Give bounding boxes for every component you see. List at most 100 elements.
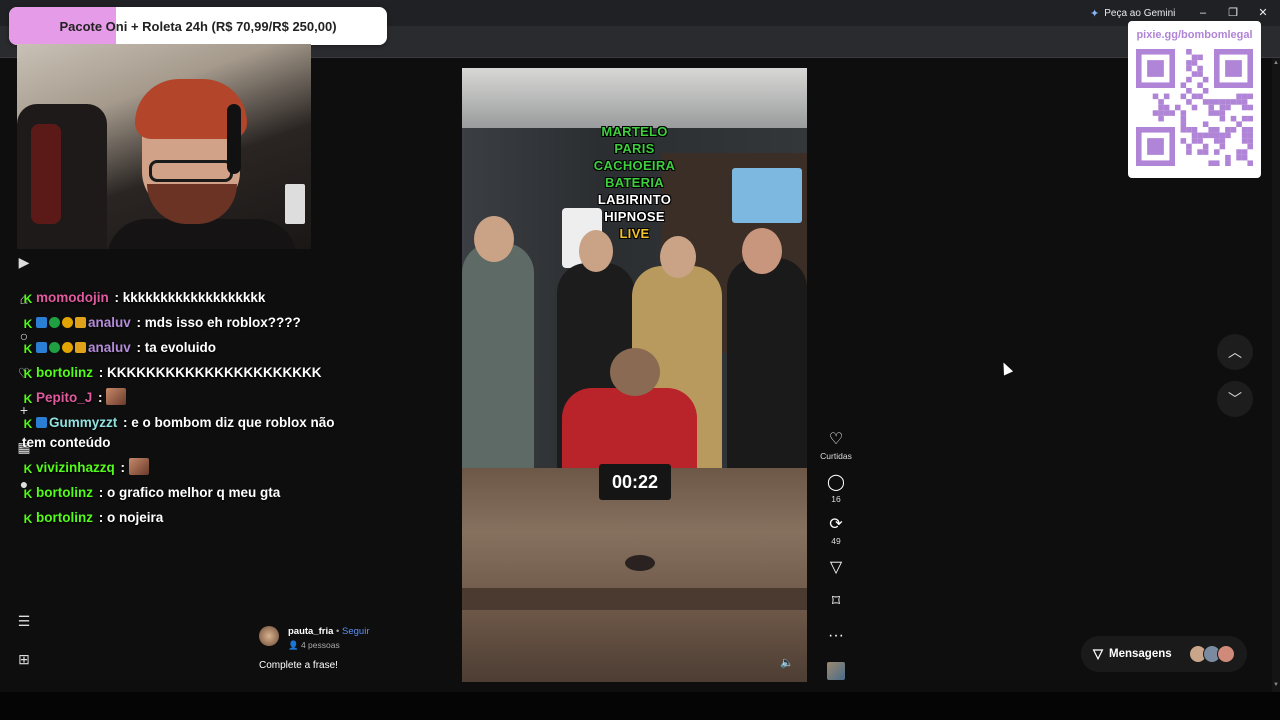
chat-username[interactable]: bortolinz [36, 510, 93, 525]
overlay-word: HIPNOSE [604, 209, 665, 224]
post-caption: Complete a frase! [259, 660, 338, 671]
next-video-button[interactable]: ﹀ [1217, 381, 1253, 417]
green-badge-icon [49, 317, 60, 328]
chat-message: Kbortolinz : o nojeira [16, 506, 336, 531]
chat-username[interactable]: Gummyzzt [49, 415, 117, 430]
overlay-word: MARTELO [601, 124, 668, 139]
gemini-icon: ✦ [1090, 7, 1100, 20]
minimize-button[interactable]: – [1193, 4, 1213, 22]
chat-username[interactable]: analuv [88, 315, 131, 330]
taskbar-strip [0, 692, 1280, 720]
avatar [1217, 645, 1235, 663]
messages-avatars [1189, 645, 1243, 663]
audio-thumbnail[interactable] [827, 662, 845, 680]
blue-badge-icon [36, 342, 47, 353]
more-options-button[interactable]: ··· [816, 626, 856, 646]
kick-badge-icon: K [23, 392, 33, 406]
chat-username[interactable]: Pepito_J [36, 390, 92, 405]
kick-badge-icon: K [23, 317, 33, 331]
kick-badge-icon: K [23, 417, 33, 431]
chat-username[interactable]: momodojin [36, 290, 109, 305]
chat-text: : kkkkkkkkkkkkkkkkkkk [110, 290, 266, 305]
share-button[interactable]: ▽ [816, 558, 856, 578]
overlay-word: LABIRINTO [597, 192, 672, 207]
bookmark-icon: ⌑ [831, 593, 841, 610]
kick-badge-icon: K [23, 487, 33, 501]
chat-emote [106, 388, 127, 405]
author-name[interactable]: pauta_fria [288, 626, 333, 637]
qr-code-image [1136, 49, 1253, 166]
donation-goal-text: Pacote Oni + Roleta 24h (R$ 70,99/R$ 250… [59, 18, 337, 34]
chevron-down-icon: ﹀ [1228, 391, 1242, 407]
chat-username[interactable]: analuv [88, 340, 131, 355]
repost-button[interactable]: ⟳ 49 [816, 515, 856, 546]
kick-badge-icon: K [23, 292, 33, 306]
like-label: Curtidas [820, 451, 852, 461]
chat-message: Kbortolinz : o grafico melhor q meu gta [16, 481, 336, 506]
follow-button[interactable]: Seguir [342, 626, 369, 637]
kick-badge-icon: K [23, 367, 33, 381]
chat-message: Kvivizinhazzq : [16, 456, 336, 481]
gemini-label: Peça ao Gemini [1104, 7, 1176, 19]
overlay-word: BATERIA [605, 175, 664, 190]
chat-text: : KKKKKKKKKKKKKKKKKKKKKK [95, 365, 322, 380]
menu-icon[interactable]: ☰ [14, 611, 34, 631]
chat-username[interactable]: bortolinz [36, 365, 93, 380]
video-overlay-words: MARTELO PARIS CACHOEIRA BATERIA LABIRINTO HIP… [557, 123, 712, 242]
chat-username[interactable]: vivizinhazzq [36, 460, 115, 475]
author-avatar[interactable] [259, 626, 279, 646]
donation-goal-bar: Pacote Oni + Roleta 24h (R$ 70,99/R$ 250… [9, 7, 387, 45]
streamer-webcam [17, 44, 311, 249]
kick-badge-icon: K [23, 462, 33, 476]
qr-url: pixie.gg/bombomlegal [1136, 29, 1253, 41]
chat-overlay: Kmomodojin : kkkkkkkkkkkkkkkkkkk Kanaluv … [16, 286, 336, 531]
chat-message: Kbortolinz : KKKKKKKKKKKKKKKKKKKKKK [16, 361, 336, 386]
ask-gemini-button[interactable]: ✦ Peça ao Gemini [1090, 5, 1175, 21]
gold-badge-icon [62, 317, 73, 328]
scroll-down-arrow[interactable]: ▼ [1272, 682, 1280, 688]
chat-text: : mds isso eh roblox???? [132, 315, 301, 330]
chat-message: K Gummyzzt : e o bombom diz que roblox nã… [16, 411, 336, 456]
video-player[interactable]: MARTELO PARIS CACHOEIRA BATERIA LABIRINTO HIP… [462, 68, 807, 682]
overlay-word: PARIS [614, 141, 655, 156]
messages-label: Mensagens [1109, 648, 1172, 660]
like-button[interactable]: ♡ Curtidas [816, 430, 856, 461]
blue-badge-icon [36, 417, 47, 428]
send-icon: ▽ [1093, 646, 1103, 661]
save-button[interactable]: ⌑ [816, 592, 856, 612]
chat-text: : o grafico melhor q meu gta [95, 485, 281, 500]
chat-message: Kanaluv : mds isso eh roblox???? [16, 311, 336, 336]
volume-icon[interactable]: 🔈 [780, 656, 794, 669]
blue-badge-icon [36, 317, 47, 328]
scroll-up-arrow[interactable]: ▲ [1272, 60, 1280, 66]
chat-text: : ta evoluido [132, 340, 217, 355]
messages-button[interactable]: ▽ Mensagens [1081, 636, 1247, 672]
people-icon: 👤 [288, 640, 299, 650]
overlay-word: LIVE [619, 226, 650, 241]
comment-icon: ◯ [827, 474, 845, 491]
comments-count: 16 [831, 494, 841, 504]
chat-message: Kmomodojin : kkkkkkkkkkkkkkkkkkk [16, 286, 336, 311]
chat-message: Kanaluv : ta evoluido [16, 336, 336, 361]
gold-badge-icon [62, 342, 73, 353]
chat-emote [128, 458, 149, 475]
previous-video-button[interactable]: ︿ [1217, 334, 1253, 370]
reposts-count: 49 [831, 536, 841, 546]
send-icon: ▽ [829, 559, 843, 576]
kick-badge-icon: K [23, 342, 33, 356]
restore-button[interactable]: ❐ [1223, 4, 1243, 22]
page-scrollbar[interactable] [1272, 58, 1280, 692]
comments-button[interactable]: ◯ 16 [816, 473, 856, 504]
chevron-up-icon: ︿ [1228, 344, 1242, 360]
close-window-button[interactable]: ✕ [1253, 4, 1273, 22]
chat-text: : [116, 460, 129, 475]
more-apps-icon[interactable]: ⊞ [14, 649, 34, 669]
crown-badge-icon [75, 317, 86, 328]
author-separator: • [336, 626, 340, 637]
pix-qr-code: pixie.gg/bombomlegal [1128, 21, 1261, 178]
green-badge-icon [49, 342, 60, 353]
chat-text: : [94, 390, 107, 405]
play-icon[interactable]: ▶ [14, 252, 34, 272]
chat-username[interactable]: bortolinz [36, 485, 93, 500]
chat-text: : o nojeira [95, 510, 164, 525]
